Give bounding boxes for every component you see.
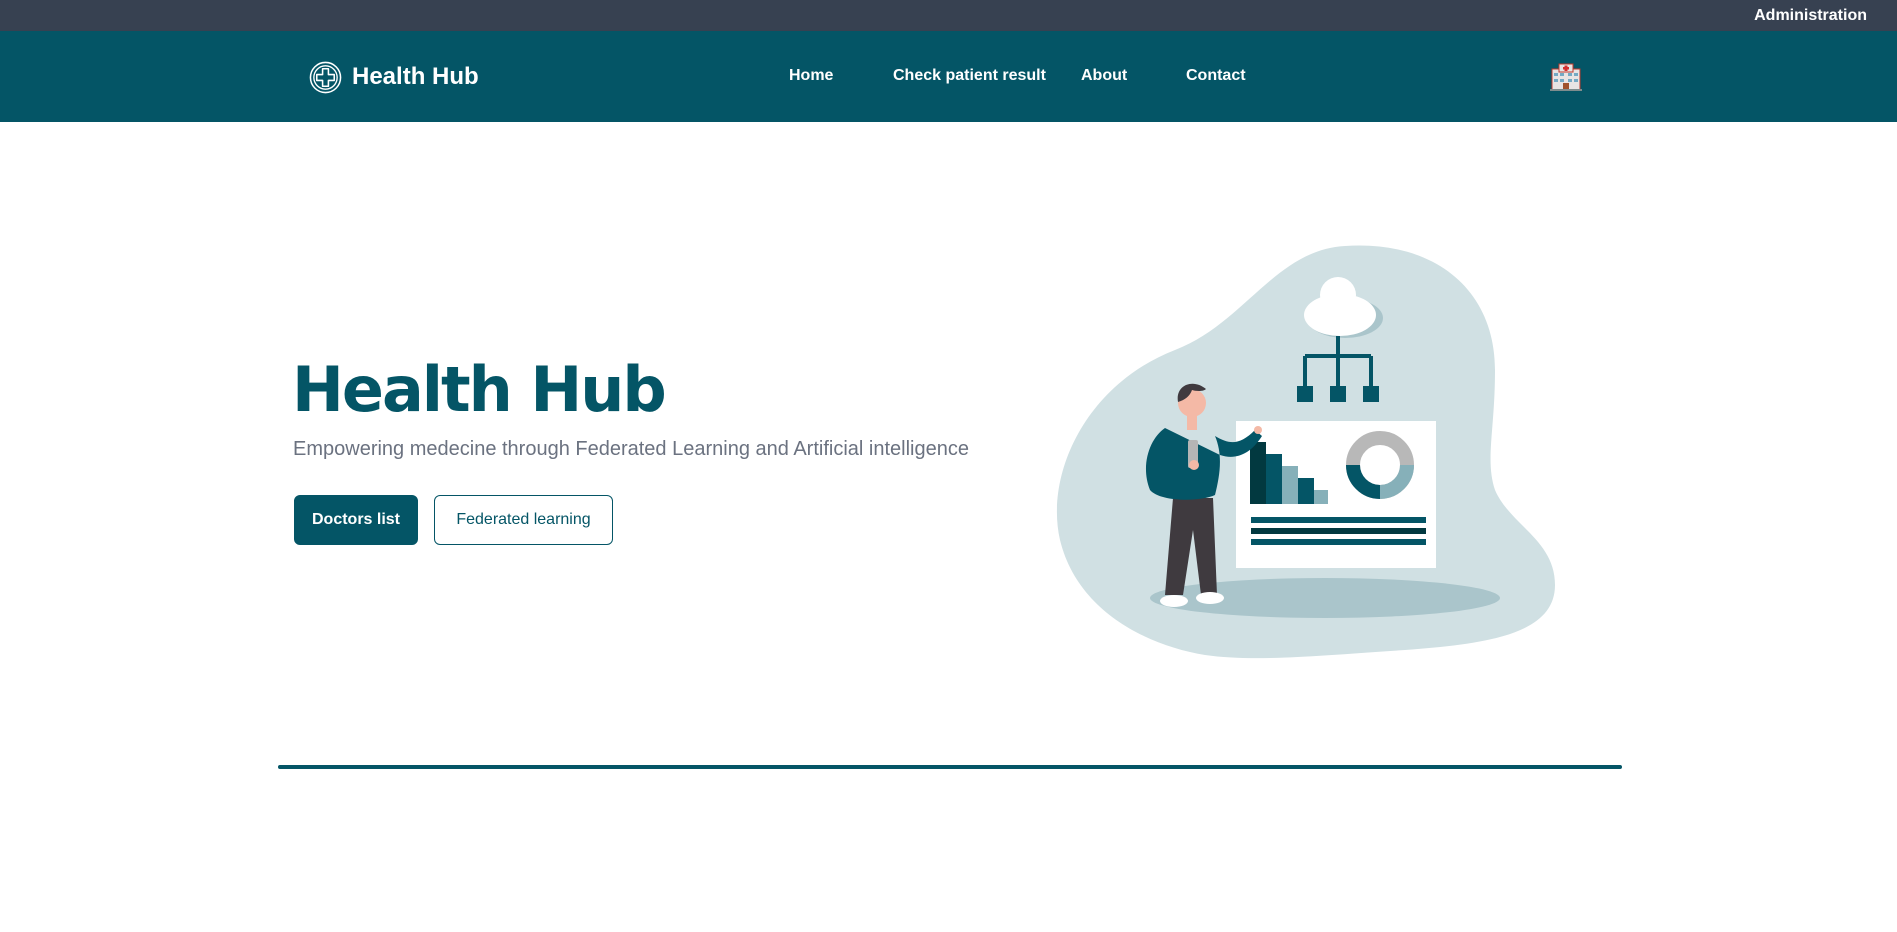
administration-link[interactable]: Administration bbox=[1754, 7, 1867, 25]
top-bar: Administration bbox=[0, 0, 1897, 31]
section-divider bbox=[278, 765, 1622, 769]
hero-subtitle: Empowering medecine through Federated Le… bbox=[293, 438, 969, 460]
dashboard-board bbox=[1236, 421, 1436, 568]
navbar: Health Hub Home Check patient result Abo… bbox=[0, 31, 1897, 122]
hero-title: Health Hub bbox=[292, 353, 667, 426]
doctors-list-button[interactable]: Doctors list bbox=[294, 495, 418, 545]
federated-learning-illustration bbox=[1056, 245, 1555, 659]
nav-home[interactable]: Home bbox=[789, 67, 833, 85]
hospital-icon[interactable] bbox=[1549, 60, 1583, 94]
nav-about[interactable]: About bbox=[1081, 67, 1127, 85]
federated-learning-button[interactable]: Federated learning bbox=[434, 495, 613, 545]
main-nav: Home Check patient result About Contact bbox=[0, 67, 1897, 89]
nav-check-patient-result[interactable]: Check patient result bbox=[893, 67, 1046, 85]
nav-contact[interactable]: Contact bbox=[1186, 67, 1246, 85]
